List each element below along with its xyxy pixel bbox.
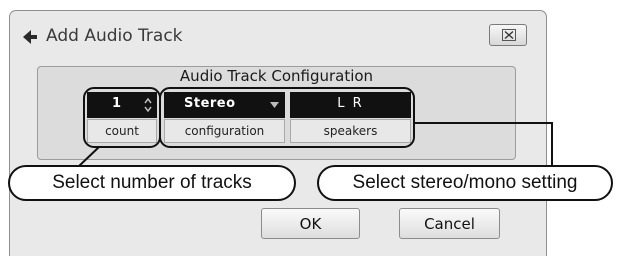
ok-button[interactable]: OK xyxy=(261,208,360,239)
callout-select-number-of-tracks: Select number of tracks xyxy=(8,165,296,201)
cancel-button[interactable]: Cancel xyxy=(399,208,500,239)
callout-select-stereo-mono: Select stereo/mono setting xyxy=(317,165,613,201)
